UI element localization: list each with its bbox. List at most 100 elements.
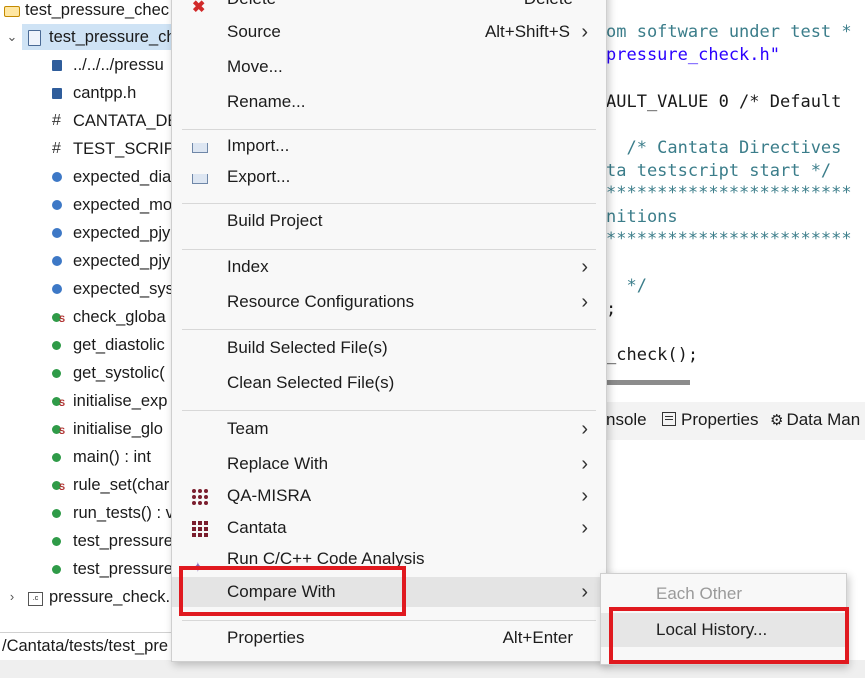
chevron-right-icon: › <box>581 581 588 603</box>
tree-item[interactable]: # TEST_SCRIPT <box>0 136 180 162</box>
tree-item-label: check_globa <box>73 308 166 326</box>
menu-item-label: Delete <box>227 0 276 14</box>
menu-item-label: Source <box>227 22 281 41</box>
macro-icon: # <box>52 112 61 129</box>
tree-item-label: test_pressure <box>73 560 173 578</box>
tree-item[interactable]: expected_sys <box>0 276 180 302</box>
tree-item[interactable]: initialise_glo <box>0 416 180 444</box>
menu-item-build-selected-file-s[interactable]: Build Selected File(s) <box>172 333 606 363</box>
views-tab-bar: nsole Properties ⚙ Data Man <box>600 402 865 441</box>
menu-item-import[interactable]: Import... <box>172 131 606 161</box>
code-line: nitions <box>606 207 678 227</box>
menu-item-label: QA-MISRA <box>227 486 312 505</box>
qa-misra-icon <box>192 489 208 505</box>
tree-item[interactable]: check_globa <box>0 304 180 332</box>
menu-item-rename[interactable]: Rename... <box>172 87 606 117</box>
menu-item-qa-misra[interactable]: QA-MISRA › <box>172 481 606 511</box>
tree-item[interactable]: expected_dia <box>0 164 180 190</box>
menu-item-build-project[interactable]: Build Project <box>172 206 606 236</box>
export-icon <box>192 170 208 184</box>
tree-item[interactable]: initialise_exp <box>0 388 180 416</box>
tab-data-manager[interactable]: ⚙ Data Man <box>770 410 860 430</box>
menu-separator <box>182 129 596 130</box>
c-source-file-icon <box>28 30 41 46</box>
menu-item-label: Cantata <box>227 518 287 537</box>
static-function-icon <box>52 306 65 332</box>
tree-item[interactable]: # CANTATA_DE <box>0 108 180 134</box>
tree-item-label: pressure_check. <box>49 588 171 606</box>
menu-item-accelerator: Delete <box>524 0 573 14</box>
variable-icon <box>52 228 62 238</box>
menu-item-label: Team <box>227 419 269 438</box>
tree-item-label: test_pressure <box>73 532 173 550</box>
static-function-icon <box>52 418 65 444</box>
tree-item[interactable]: expected_mo <box>0 192 180 218</box>
menu-item-each-other[interactable]: Each Other <box>601 577 846 611</box>
menu-item-delete[interactable]: ✖ Delete Delete <box>172 0 606 16</box>
chevron-down-icon[interactable]: ⌄ <box>4 24 20 50</box>
menu-item-team[interactable]: Team › <box>172 414 606 444</box>
menu-separator <box>182 249 596 250</box>
menu-item-move[interactable]: Move... <box>172 52 606 82</box>
variable-icon <box>52 172 62 182</box>
menu-item-label: Build Selected File(s) <box>227 338 388 357</box>
tree-item[interactable]: › .c pressure_check. <box>0 584 180 610</box>
tree-item[interactable]: test_pressure_chec <box>0 0 180 23</box>
variable-icon <box>52 200 62 210</box>
menu-item-properties[interactable]: Properties Alt+Enter <box>172 623 606 653</box>
menu-separator <box>182 620 596 621</box>
include-icon <box>52 88 62 99</box>
code-line: ; <box>606 299 617 319</box>
menu-item-resource-configurations[interactable]: Resource Configurations › <box>172 287 606 317</box>
menu-item-label: Index <box>227 257 269 276</box>
tree-item-label: initialise_exp <box>73 392 168 410</box>
code-line: om software under test * <box>606 22 852 42</box>
code-line: AULT_VALUE 0 /* Default <box>606 92 842 112</box>
tab-properties[interactable]: Properties <box>662 410 758 430</box>
menu-item-replace-with[interactable]: Replace With › <box>172 449 606 479</box>
cantata-icon <box>192 521 208 537</box>
tree-item-label: rule_set(char <box>73 476 170 494</box>
tree-item[interactable]: get_systolic( <box>0 360 180 386</box>
tab-console[interactable]: nsole <box>606 410 647 430</box>
tree-item-label: CANTATA_DE <box>73 112 179 130</box>
menu-item-label: Clean Selected File(s) <box>227 373 395 392</box>
tree-item[interactable]: get_diastolic <box>0 332 180 358</box>
chevron-right-icon: › <box>581 485 588 507</box>
menu-item-label: Move... <box>227 57 283 76</box>
chevron-right-icon: › <box>581 256 588 278</box>
editor-horizontal-scrollbar[interactable] <box>606 380 690 385</box>
status-path-text: /Cantata/tests/test_pre <box>2 637 169 655</box>
project-explorer-tree: test_pressure_chec ⌄ test_pressure_ch ../..… <box>0 0 180 630</box>
tree-item-label: expected_pjy <box>73 252 171 270</box>
tree-item[interactable]: rule_set(char <box>0 472 180 500</box>
static-function-icon <box>52 474 65 500</box>
menu-item-export[interactable]: Export... <box>172 162 606 192</box>
menu-item-index[interactable]: Index › <box>172 252 606 282</box>
code-line: _check(); <box>606 345 699 365</box>
tree-item-label: get_systolic( <box>73 364 165 382</box>
tree-item-label: get_diastolic <box>73 336 165 354</box>
folder-icon <box>4 6 20 17</box>
tree-item[interactable]: test_pressure <box>0 528 180 554</box>
chevron-right-icon[interactable]: › <box>4 584 20 610</box>
tree-item[interactable]: run_tests() : v <box>0 500 180 526</box>
menu-item-source[interactable]: Source Alt+Shift+S › <box>172 17 606 47</box>
tree-item[interactable]: ../../../pressu <box>0 52 180 78</box>
tree-item[interactable]: expected_pjy <box>0 220 180 246</box>
function-icon <box>52 565 61 574</box>
code-analysis-icon: ✦ <box>192 559 204 575</box>
tree-item[interactable]: cantpp.h <box>0 80 180 106</box>
chevron-right-icon: › <box>581 418 588 440</box>
tree-item[interactable]: expected_pjy <box>0 248 180 274</box>
menu-separator <box>182 410 596 411</box>
delete-icon: ✖ <box>192 0 206 16</box>
highlight-compare-with <box>179 566 406 616</box>
tree-item[interactable]: test_pressure <box>0 556 180 582</box>
menu-item-cantata[interactable]: Cantata › <box>172 513 606 543</box>
code-line: ta testscript start */ <box>606 161 832 181</box>
tree-item[interactable]: ⌄ test_pressure_ch <box>7 24 180 50</box>
menu-item-clean-selected-file-s[interactable]: Clean Selected File(s) <box>172 368 606 398</box>
tree-item[interactable]: main() : int <box>0 444 180 470</box>
menu-item-label: Resource Configurations <box>227 292 415 311</box>
